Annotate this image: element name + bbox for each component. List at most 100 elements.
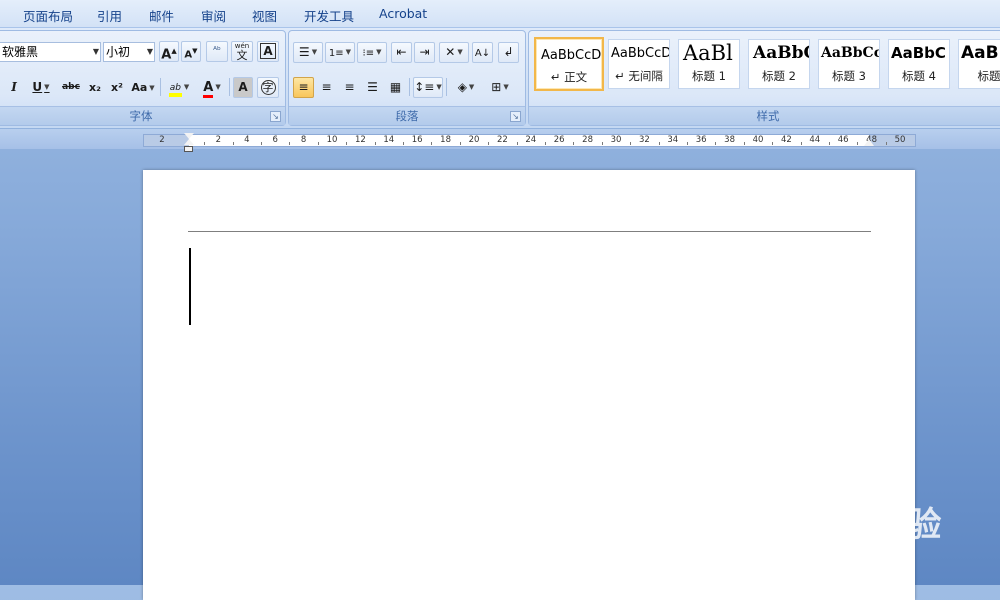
- ruler-tick: [829, 142, 830, 145]
- phonetic-guide-button[interactable]: wén 文: [231, 41, 253, 62]
- ruler-label: 2: [215, 135, 222, 145]
- align-center-button[interactable]: ≡: [316, 77, 337, 98]
- ruler-tick: [204, 142, 206, 145]
- font-dialog-launcher-icon[interactable]: ↘: [270, 111, 281, 122]
- font-size-combo[interactable]: 小初 ▼: [103, 42, 155, 62]
- document-page[interactable]: [143, 170, 915, 600]
- ruler-label: 14: [383, 135, 395, 145]
- tab-review[interactable]: 审阅: [201, 6, 226, 25]
- ruler-label: 20: [468, 135, 480, 145]
- ruler-label: 22: [496, 135, 508, 145]
- tab-view[interactable]: 视图: [252, 6, 277, 25]
- chevron-down-icon: ▼: [146, 47, 153, 56]
- font-name-combo[interactable]: 软雅黑 ▼: [0, 42, 101, 62]
- line-spacing-button[interactable]: ↕≡ ▼: [413, 77, 443, 98]
- char-border-button[interactable]: A: [257, 41, 279, 62]
- decrease-indent-icon: ⇤: [396, 45, 407, 59]
- style-name: 标题: [977, 69, 1000, 83]
- style-heading-2[interactable]: AaBbC 标题 2: [748, 39, 810, 89]
- align-left-icon: ≡: [298, 80, 309, 94]
- distributed-button[interactable]: ▦: [385, 77, 406, 98]
- style-preview: AaBbCcD: [611, 46, 670, 61]
- char-border-icon: A: [260, 43, 276, 59]
- chinese-layout-button[interactable]: ✕ ▼: [439, 42, 469, 63]
- align-left-button[interactable]: ≡: [293, 77, 314, 98]
- chinese-layout-icon: ✕: [445, 45, 456, 59]
- numbered-list-icon: 1≡: [328, 48, 344, 59]
- show-marks-button[interactable]: ↲: [498, 42, 519, 63]
- bullets-button[interactable]: ☰ ▼: [293, 42, 323, 63]
- subscript-button[interactable]: x₂: [85, 77, 105, 98]
- ruler-label: 4: [244, 135, 250, 145]
- decrease-indent-button[interactable]: ⇤: [391, 42, 412, 63]
- tab-acrobat[interactable]: Acrobat: [379, 6, 427, 21]
- change-case-button[interactable]: Aa ▼: [129, 77, 157, 98]
- increase-indent-button[interactable]: ⇥: [414, 42, 435, 63]
- numbering-button[interactable]: 1≡ ▼: [325, 42, 355, 63]
- sort-button[interactable]: A↓: [472, 42, 493, 63]
- tab-mailings[interactable]: 邮件: [149, 6, 174, 25]
- superscript-button[interactable]: x²: [107, 77, 127, 98]
- shrink-font-button[interactable]: A▼: [181, 41, 201, 62]
- style-heading-1[interactable]: AaBl 标题 1: [678, 39, 740, 89]
- separator: [160, 78, 161, 96]
- ruler-label: 8: [300, 135, 307, 145]
- style-no-spacing[interactable]: AaBbCcD ↵ 无间隔: [608, 39, 670, 89]
- sort-icon: A↓: [474, 48, 491, 59]
- style-preview: AaBl: [961, 43, 1000, 63]
- style-title[interactable]: AaBl 标题: [958, 39, 1000, 89]
- ruler-tick: [772, 142, 774, 145]
- font-color-icon: A: [203, 81, 214, 98]
- style-preview: AaBl: [683, 41, 733, 65]
- justify-button[interactable]: ☰: [362, 77, 383, 98]
- horizontal-ruler[interactable]: 2 2 4 6 8 10 12 14 16 18 20 22 24 26 28 30 32 34 36 38 40 42 4…: [143, 134, 916, 147]
- style-heading-3[interactable]: AaBbCc 标题 3: [818, 39, 880, 89]
- font-group-label: 字体: [0, 106, 285, 125]
- underline-button[interactable]: U ▼: [27, 77, 55, 98]
- tab-page-layout[interactable]: 页面布局: [23, 6, 73, 25]
- ruler-tick: [658, 142, 660, 145]
- italic-button[interactable]: I: [5, 77, 23, 98]
- style-heading-4[interactable]: AaBbC 标题 4: [888, 39, 950, 89]
- ruler-label: 34: [667, 135, 679, 145]
- shading-button[interactable]: ◈ ▼: [450, 77, 482, 98]
- char-shading-button[interactable]: A: [233, 77, 253, 98]
- font-color-button[interactable]: A ▼: [197, 77, 227, 98]
- ruler-label: 10: [326, 135, 338, 145]
- borders-button[interactable]: ⊞ ▼: [484, 77, 516, 98]
- clear-format-button[interactable]: ᴬᵇ: [206, 41, 228, 62]
- right-indent-icon[interactable]: [864, 139, 874, 146]
- font-group-title: 字体: [129, 109, 153, 123]
- left-indent-icon[interactable]: [184, 146, 193, 152]
- highlight-button[interactable]: ab ▼: [163, 77, 195, 98]
- font-name-value: 软雅黑: [2, 45, 39, 59]
- phonetic-char: 文: [236, 49, 248, 62]
- pilcrow-icon: ↲: [503, 45, 514, 59]
- hanging-indent-icon[interactable]: [184, 139, 194, 145]
- ruler-tick: [687, 142, 688, 145]
- style-name: ↵ 正文: [550, 70, 588, 84]
- ruler-label: 18: [440, 135, 452, 145]
- ruler-tick: [573, 142, 575, 145]
- ruler-label: 36: [695, 135, 707, 145]
- ruler-label: 2: [159, 135, 165, 145]
- align-right-button[interactable]: ≡: [339, 77, 360, 98]
- ruler-tick: [346, 142, 348, 145]
- ruler-tick: [232, 142, 234, 145]
- ruler-label: 6: [272, 135, 278, 145]
- tab-developer[interactable]: 开发工具: [304, 6, 354, 25]
- strikethrough-button[interactable]: abc: [59, 77, 83, 98]
- grow-font-icon: A: [161, 47, 172, 63]
- style-name: 标题 3: [832, 69, 866, 83]
- style-preview: AaBbCc: [821, 45, 880, 61]
- subscript-icon: x₂: [89, 81, 101, 94]
- style-normal[interactable]: AaBbCcD ↵ 正文: [534, 37, 604, 91]
- grow-font-button[interactable]: A▲: [159, 41, 179, 62]
- paragraph-dialog-launcher-icon[interactable]: ↘: [510, 111, 521, 122]
- enclose-char-button[interactable]: 字: [257, 77, 279, 98]
- style-name: 标题 1: [692, 69, 726, 83]
- tab-references[interactable]: 引用: [97, 6, 122, 25]
- multilevel-list-button[interactable]: ⁝≡ ▼: [357, 42, 387, 63]
- style-preview: AaBbCcD: [541, 48, 602, 63]
- ruler-label: 46: [837, 135, 849, 145]
